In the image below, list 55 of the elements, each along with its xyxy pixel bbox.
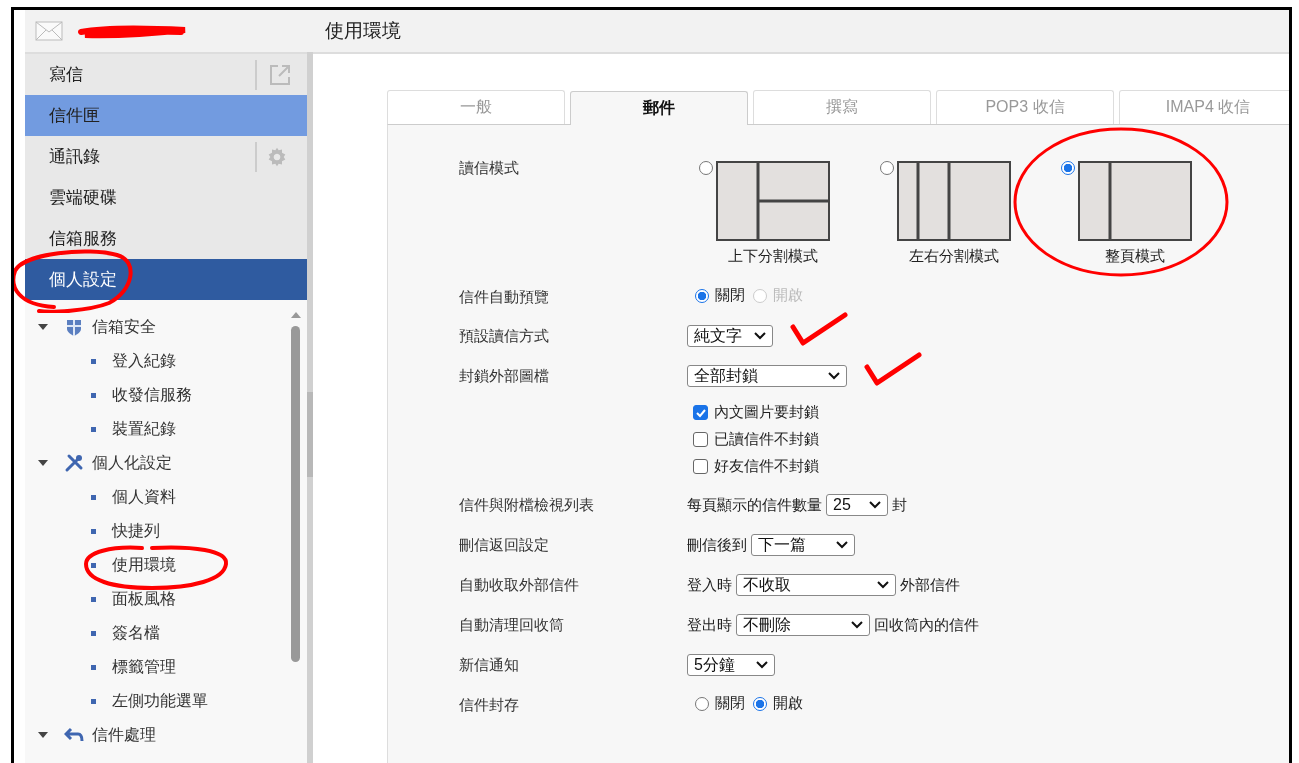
setting-label: 信件自動預覽 [459, 287, 550, 307]
checkbox-label: 內文圖片要封鎖 [714, 403, 819, 422]
setting-label: 刪信返回設定 [459, 535, 550, 555]
dropdown[interactable]: 不收取 [736, 574, 896, 596]
dropdown[interactable]: 25 [826, 494, 888, 516]
tree-item[interactable]: 使用環境 [112, 554, 176, 576]
tree-item[interactable]: 收發信服務 [112, 384, 192, 406]
layout-option-label: 上下分割模式 [728, 247, 818, 266]
tree-item[interactable]: 裝置紀錄 [112, 418, 176, 440]
nav-item[interactable]: 信箱服務 [25, 218, 307, 259]
setting-label: 自動清理回收筒 [459, 615, 565, 635]
dropdown[interactable]: 5分鐘 [687, 654, 775, 676]
tree-item[interactable]: 面板風格 [112, 588, 176, 610]
setting-label: 自動收取外部信件 [459, 575, 580, 595]
setting-label: 新信通知 [459, 655, 520, 675]
nav-item[interactable]: 個人設定 [25, 259, 307, 300]
nav-item[interactable]: 通訊錄 [25, 136, 307, 177]
setting-label: 信件與附檔檢視列表 [459, 495, 595, 515]
nav-item[interactable]: 寫信 [25, 54, 307, 95]
tree-group-label[interactable]: 個人化設定 [92, 452, 172, 474]
setting-text: 登出時 [687, 615, 732, 635]
dropdown[interactable]: 純文字 [687, 325, 773, 347]
tree-item[interactable]: 左側功能選單 [112, 690, 208, 712]
tree-group-label[interactable]: 信箱安全 [92, 316, 156, 338]
setting-label: 預設讀信方式 [459, 326, 550, 346]
setting-text: 封 [892, 495, 907, 515]
radio-label: 開啟 [773, 286, 803, 305]
dropdown[interactable]: 下一篇 [751, 534, 855, 556]
setting-text: 外部信件 [900, 575, 960, 595]
nav-item[interactable]: 雲端硬碟 [25, 177, 307, 218]
setting-text: 每頁顯示的信件數量 [687, 495, 822, 515]
radio-label: 關閉 [715, 694, 745, 713]
setting-text: 登入時 [687, 575, 732, 595]
tree-item[interactable]: 登入紀錄 [112, 350, 176, 372]
layout-option-label: 左右分割模式 [909, 247, 999, 266]
dropdown[interactable]: 不刪除 [736, 614, 870, 636]
settings-tab[interactable]: 郵件 [570, 91, 748, 125]
layout-option-label: 整頁模式 [1105, 247, 1165, 266]
setting-label: 讀信模式 [459, 158, 520, 178]
setting-text: 回收筒內的信件 [874, 615, 979, 635]
tree-item[interactable]: 個人資料 [112, 486, 176, 508]
tree-group-label[interactable]: 信件處理 [92, 724, 156, 746]
radio-label: 開啟 [773, 694, 803, 713]
dropdown[interactable]: 全部封鎖 [687, 365, 847, 387]
nav-item[interactable]: 信件匣 [25, 95, 307, 136]
setting-label: 信件封存 [459, 695, 520, 715]
setting-text: 刪信後到 [687, 535, 747, 555]
tree-item[interactable]: 快捷列 [112, 520, 160, 542]
checkbox-label: 已讀信件不封鎖 [714, 430, 819, 449]
tree-item[interactable]: 簽名檔 [112, 622, 160, 644]
setting-label: 封鎖外部圖檔 [459, 366, 550, 386]
checkbox-label: 好友信件不封鎖 [714, 457, 819, 476]
page-title: 使用環境 [324, 19, 401, 43]
tree-item[interactable]: 標籤管理 [112, 656, 176, 678]
radio-label: 關閉 [715, 286, 745, 305]
